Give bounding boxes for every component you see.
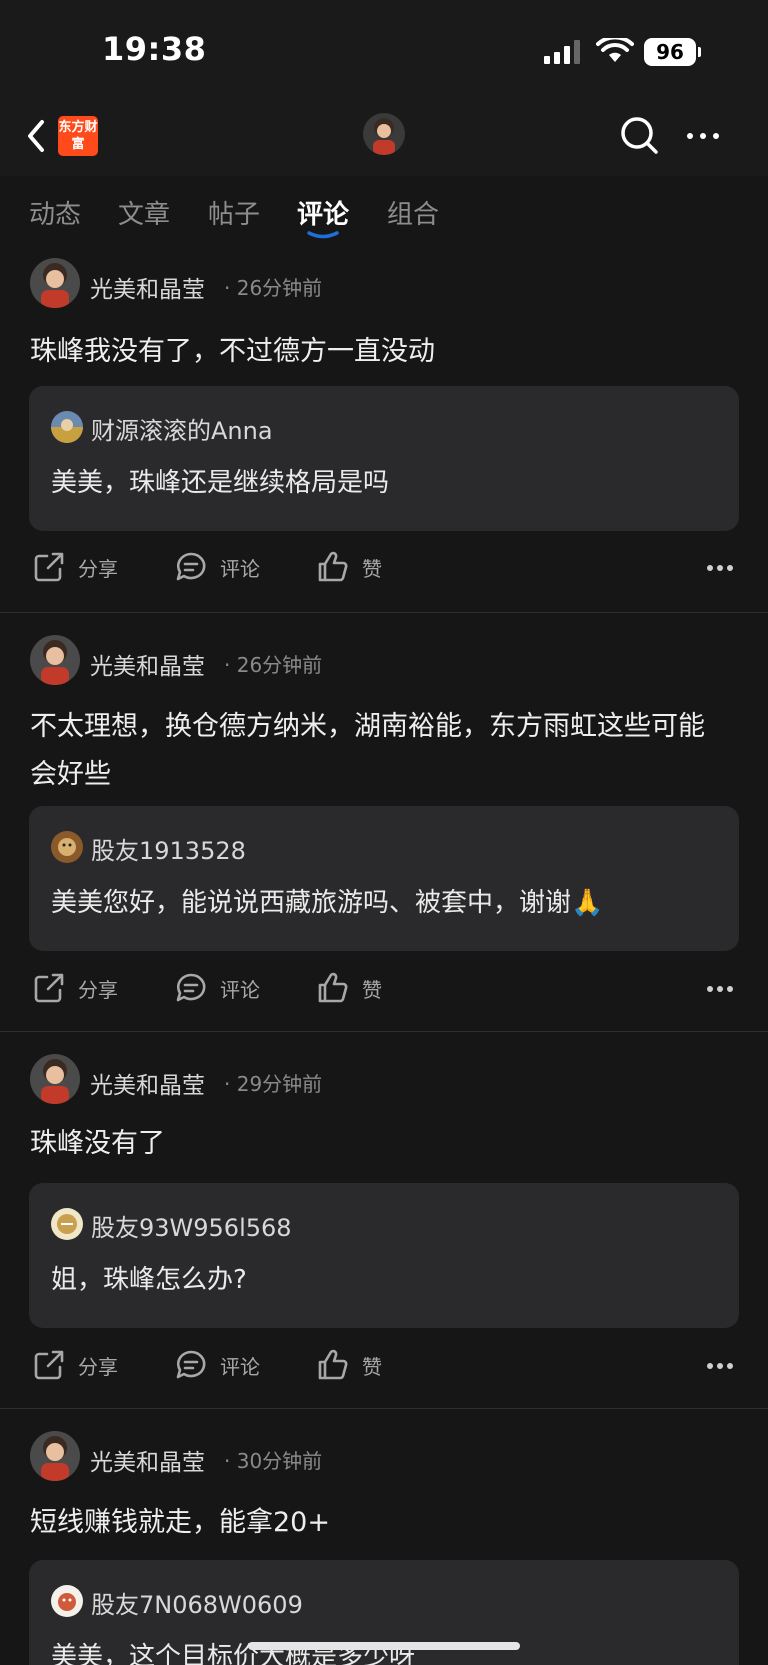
comment-text[interactable]: 珠峰我没有了，不过德方一直没动 xyxy=(30,328,730,376)
like-button[interactable]: 赞 xyxy=(316,971,382,1005)
thumbs-up-icon xyxy=(318,1349,348,1380)
active-tab-indicator xyxy=(307,231,339,239)
status-time: 19:38 xyxy=(102,30,207,68)
quote-author-name[interactable]: 股友7N068W0609 xyxy=(91,1585,303,1620)
action-bar: 分享 评论 赞 xyxy=(0,550,768,590)
divider xyxy=(0,1031,768,1032)
comment-icon xyxy=(176,552,206,581)
comment-label: 评论 xyxy=(220,977,260,1002)
like-button[interactable]: 赞 xyxy=(316,550,382,584)
share-button[interactable]: 分享 xyxy=(32,1348,118,1382)
comment-text[interactable]: 不太理想，换仓德方纳米，湖南裕能，东方雨虹这些可能会好些 xyxy=(30,703,730,799)
quote-author-name[interactable]: 股友1913528 xyxy=(91,831,246,866)
app-logo[interactable]: 东方财富 xyxy=(58,116,98,156)
more-icon[interactable] xyxy=(684,124,722,148)
author-avatar[interactable] xyxy=(30,1431,80,1481)
share-icon xyxy=(34,552,64,582)
author-avatar[interactable] xyxy=(30,258,80,308)
profile-avatar[interactable] xyxy=(363,113,405,155)
comment-post: 光美和晶莹 · 26分钟前 不太理想，换仓德方纳米，湖南裕能，东方雨虹这些可能会… xyxy=(0,623,768,1030)
post-more-icon[interactable] xyxy=(706,564,734,572)
thumbs-up-icon xyxy=(318,972,348,1003)
comment-button[interactable]: 评论 xyxy=(174,971,260,1005)
post-more-icon[interactable] xyxy=(706,1362,734,1370)
wifi-icon xyxy=(596,38,634,62)
share-button[interactable]: 分享 xyxy=(32,550,118,584)
back-icon[interactable] xyxy=(22,116,52,156)
divider xyxy=(0,1408,768,1409)
quote-author-name[interactable]: 财源滚滚的Anna xyxy=(91,411,273,446)
thumbs-up-icon xyxy=(318,551,348,582)
signal-icon xyxy=(544,40,580,64)
post-time: · 26分钟前 xyxy=(224,276,323,300)
quoted-comment[interactable]: 股友93W956l568 姐，珠峰怎么办? xyxy=(29,1183,739,1328)
quote-text: 美美您好，能说说西藏旅游吗、被套中，谢谢🙏 xyxy=(51,888,604,918)
battery-level: 96 xyxy=(644,38,696,66)
author-avatar[interactable] xyxy=(30,1054,80,1104)
post-time: · 29分钟前 xyxy=(224,1072,323,1096)
quoted-comment[interactable]: 股友1913528 美美您好，能说说西藏旅游吗、被套中，谢谢🙏 xyxy=(29,806,739,951)
tab-comments[interactable]: 评论 xyxy=(297,194,349,231)
comment-text[interactable]: 珠峰没有了 xyxy=(30,1120,730,1168)
post-more-icon[interactable] xyxy=(706,985,734,993)
tab-articles[interactable]: 文章 xyxy=(118,194,170,231)
author-name[interactable]: 光美和晶莹 xyxy=(90,1066,205,1100)
like-label: 赞 xyxy=(362,1354,382,1379)
tab-bar: 动态 文章 帖子 评论 组合 xyxy=(0,176,768,246)
like-label: 赞 xyxy=(362,556,382,581)
like-button[interactable]: 赞 xyxy=(316,1348,382,1382)
post-time: · 26分钟前 xyxy=(224,653,323,677)
quote-text: 美美，珠峰还是继续格局是吗 xyxy=(51,468,390,498)
comment-label: 评论 xyxy=(220,556,260,581)
author-avatar[interactable] xyxy=(30,635,80,685)
nav-bar: 东方财富 xyxy=(0,100,768,176)
divider xyxy=(0,612,768,613)
quote-author-name[interactable]: 股友93W956l568 xyxy=(91,1208,292,1243)
comment-post: 光美和晶莹 · 30分钟前 短线赚钱就走，能拿20+ 股友7N068W0609 … xyxy=(0,1419,768,1665)
quote-author-avatar xyxy=(51,1585,83,1617)
quoted-comment[interactable]: 财源滚滚的Anna 美美，珠峰还是继续格局是吗 xyxy=(29,386,739,531)
share-label: 分享 xyxy=(78,556,118,581)
home-indicator xyxy=(248,1642,520,1650)
comment-icon xyxy=(176,1350,206,1379)
comment-post: 光美和晶莹 · 29分钟前 珠峰没有了 股友93W956l568 姐，珠峰怎么办… xyxy=(0,1042,768,1408)
comment-button[interactable]: 评论 xyxy=(174,550,260,584)
status-bar: 19:38 96 xyxy=(0,0,768,100)
comment-post: 光美和晶莹 · 26分钟前 珠峰我没有了，不过德方一直没动 财源滚滚的Anna … xyxy=(0,246,768,612)
battery-tip xyxy=(698,47,701,57)
search-icon[interactable] xyxy=(618,114,660,156)
comment-button[interactable]: 评论 xyxy=(174,1348,260,1382)
comment-icon xyxy=(176,973,206,1002)
quote-author-avatar xyxy=(51,831,83,863)
post-time: · 30分钟前 xyxy=(224,1449,323,1473)
tab-posts[interactable]: 帖子 xyxy=(208,194,260,231)
share-button[interactable]: 分享 xyxy=(32,971,118,1005)
tab-portfolio[interactable]: 组合 xyxy=(387,194,439,231)
quote-text: 美美，这个目标价大概是多少呀 xyxy=(51,1642,416,1665)
comment-text[interactable]: 短线赚钱就走，能拿20+ xyxy=(30,1499,730,1547)
share-label: 分享 xyxy=(78,1354,118,1379)
quote-text: 姐，珠峰怎么办? xyxy=(51,1265,247,1295)
quote-author-avatar xyxy=(51,411,83,443)
like-label: 赞 xyxy=(362,977,382,1002)
quote-author-avatar xyxy=(51,1208,83,1240)
author-name[interactable]: 光美和晶莹 xyxy=(90,270,205,304)
action-bar: 分享 评论 赞 xyxy=(0,971,768,1011)
action-bar: 分享 评论 赞 xyxy=(0,1348,768,1388)
share-icon xyxy=(34,973,64,1003)
author-name[interactable]: 光美和晶莹 xyxy=(90,1443,205,1477)
share-label: 分享 xyxy=(78,977,118,1002)
share-icon xyxy=(34,1350,64,1380)
author-name[interactable]: 光美和晶莹 xyxy=(90,647,205,681)
comment-label: 评论 xyxy=(220,1354,260,1379)
tab-dynamics[interactable]: 动态 xyxy=(29,194,81,231)
